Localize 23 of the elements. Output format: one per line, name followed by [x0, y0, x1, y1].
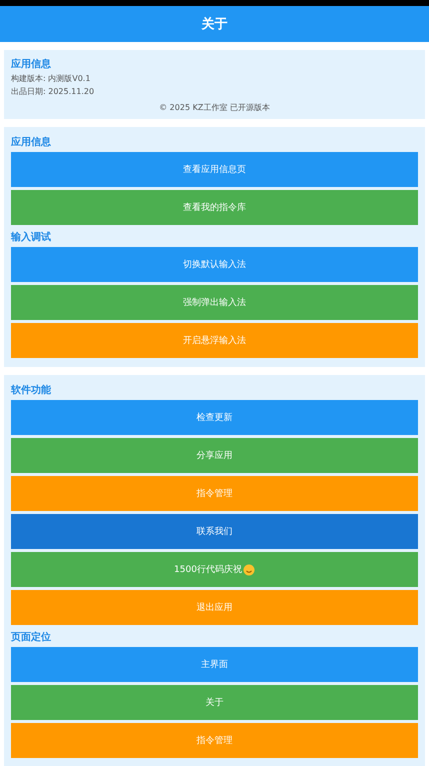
action-button[interactable]: 联系我们	[11, 514, 418, 549]
action-button[interactable]: 查看我的指令库	[11, 190, 418, 225]
info-text: 出品日期: 2025.11.20	[11, 86, 96, 97]
section-title: 软件功能	[11, 384, 52, 397]
action-button[interactable]: 指令管理	[11, 476, 418, 511]
section-title: 输入调试	[11, 230, 52, 244]
action-button[interactable]: 检查更新	[11, 400, 418, 435]
section-title: 应用信息	[11, 57, 52, 71]
copyright-text: © 2025 KZ工作室 已开源版本	[158, 102, 271, 113]
page-title: 关于	[202, 16, 228, 33]
action-button[interactable]: 1500行代码庆祝	[11, 552, 418, 587]
action-button[interactable]: 主界面	[11, 647, 418, 682]
section-title: 应用信息	[11, 135, 52, 149]
info-text: 构建版本: 内测版V0.1	[11, 73, 92, 84]
action-button[interactable]: 强制弹出输入法	[11, 285, 418, 320]
action-button[interactable]: 查看应用信息页	[11, 152, 418, 187]
action-button[interactable]: 指令管理	[11, 723, 418, 758]
action-button[interactable]: 切换默认输入法	[11, 247, 418, 282]
action-button[interactable]: 关于	[11, 685, 418, 720]
action-button[interactable]: 退出应用	[11, 590, 418, 625]
action-button[interactable]: 开启悬浮输入法	[11, 323, 418, 358]
section-title: 页面定位	[11, 630, 52, 644]
action-button[interactable]: 分享应用	[11, 438, 418, 473]
